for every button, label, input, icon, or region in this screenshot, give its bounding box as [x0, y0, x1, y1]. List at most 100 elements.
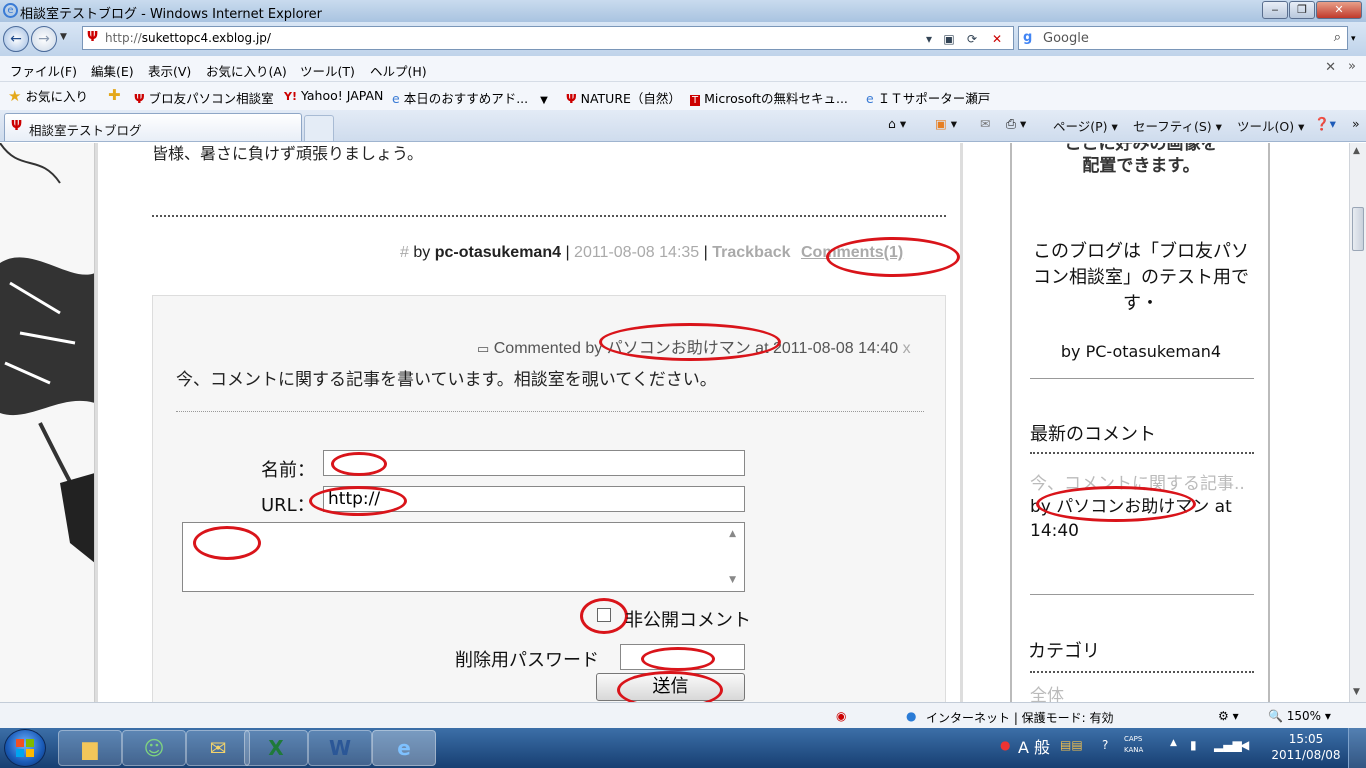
excel-taskbar-icon[interactable]: X — [244, 730, 308, 766]
category-all-link[interactable]: 全体 — [1030, 681, 1064, 702]
private-comment-label: 非公開コメント — [625, 610, 751, 631]
search-icon[interactable]: ⌕ — [1334, 30, 1341, 45]
menu-view[interactable]: 表示(V) — [148, 61, 191, 80]
close-button[interactable]: ✕ — [1316, 1, 1362, 19]
textarea-scroll-up-icon[interactable]: ▲ — [729, 529, 736, 539]
minimize-button[interactable]: ‒ — [1262, 1, 1288, 19]
alert-icon[interactable]: ● — [1000, 738, 1010, 752]
scroll-up-icon[interactable]: ▲ — [1353, 146, 1360, 156]
help-icon[interactable]: ❓▾ — [1314, 116, 1336, 132]
menu-favorites[interactable]: お気に入り(A) — [206, 61, 287, 80]
menu-help[interactable]: ヘルプ(H) — [370, 61, 427, 80]
privacy-icon[interactable]: ◉ — [836, 709, 846, 723]
mail-icon[interactable]: ✉ — [980, 116, 990, 131]
word-taskbar-icon[interactable]: W — [308, 730, 372, 766]
feeds-icon[interactable]: ▣ ▾ — [935, 116, 957, 131]
compat-view-icon[interactable]: ▣ — [940, 30, 958, 48]
fav-item-nature[interactable]: Ψ NATURE（自然） — [566, 88, 681, 107]
command-overflow-icon[interactable]: » — [1352, 116, 1360, 131]
annotation-oval-commenter — [599, 323, 781, 361]
commented-by-label: Commented by — [493, 340, 603, 357]
menu-tools[interactable]: ツール(T) — [300, 61, 355, 80]
menu-close-icon[interactable]: ✕ — [1325, 60, 1336, 75]
tray-expand-icon[interactable]: ▲ — [1170, 738, 1177, 748]
url-label: URL： — [261, 495, 315, 516]
explorer-taskbar-icon[interactable]: ▆ — [58, 730, 122, 766]
annotation-oval-checkbox — [580, 598, 628, 634]
ime-help-icon[interactable]: ? — [1102, 738, 1108, 752]
ie-taskbar-icon[interactable]: e — [372, 730, 436, 766]
search-options-icon[interactable]: ▾ — [1351, 34, 1356, 44]
trackback-link[interactable]: Trackback — [712, 244, 790, 261]
safety-menu[interactable]: セーフティ(S) ▾ — [1133, 116, 1222, 135]
star-icon: ★ — [8, 87, 22, 105]
address-field[interactable]: Ψ http://sukettopc4.exblog.jp/ ▾ ▣ ⟳ ✕ — [82, 26, 1014, 50]
meta-separator: | — [565, 244, 570, 261]
comment-date: 2011-08-08 14:40 — [772, 340, 899, 357]
print-icon[interactable]: ⎙ ▾ — [1006, 116, 1026, 132]
address-url: http://sukettopc4.exblog.jp/ — [105, 31, 271, 45]
clock[interactable]: 15:05 2011/08/08 — [1268, 731, 1344, 763]
page-scrollbar[interactable]: ▲ ▼ — [1349, 143, 1366, 702]
post-closing-text: 皆様、暑さに負けず頑張りましょう。 — [152, 144, 424, 163]
ime-indicator[interactable]: A 般 — [1018, 734, 1050, 758]
page-menu[interactable]: ページ(P) ▾ — [1053, 116, 1118, 135]
protected-mode-icon[interactable]: ⚙ ▾ — [1218, 709, 1239, 723]
textarea-scroll-down-icon[interactable]: ▼ — [729, 575, 736, 585]
tools-menu[interactable]: ツール(O) ▾ — [1237, 116, 1304, 135]
recent-pages-chevron-icon[interactable]: ▼ — [60, 32, 67, 42]
annotation-oval-name — [331, 452, 387, 476]
menu-file[interactable]: ファイル(F) — [10, 61, 77, 80]
post-author-link[interactable]: pc-otasukeman4 — [435, 244, 561, 261]
clock-time: 15:05 — [1288, 732, 1324, 746]
fav-item-burotomo[interactable]: Ψ ブロ友パソコン相談室 — [134, 88, 274, 107]
blog-author: by PC-otasukeman4 — [1060, 342, 1222, 361]
annotation-oval-textarea — [193, 526, 261, 560]
show-desktop-button[interactable] — [1348, 728, 1366, 768]
recent-divider — [1030, 452, 1254, 454]
volume-icon[interactable]: ◀ — [1240, 738, 1249, 752]
menu-edit[interactable]: 編集(E) — [91, 61, 134, 80]
add-favorite-icon[interactable]: ✚ — [108, 86, 121, 104]
tab-active[interactable]: Ψ 相談室テストブログ — [4, 113, 302, 141]
start-button[interactable] — [4, 729, 46, 767]
clock-date: 2011/08/08 — [1271, 748, 1341, 762]
fav-item-microsoft[interactable]: T Microsoftの無料セキュ... — [690, 88, 848, 107]
favorites-button[interactable]: ★ お気に入り — [8, 86, 88, 105]
comment-textarea[interactable]: ▲ ▼ — [182, 522, 745, 592]
comment-delete-link[interactable]: x — [903, 340, 911, 357]
address-row: ← → ▼ Ψ http://sukettopc4.exblog.jp/ ▾ ▣… — [0, 22, 1366, 56]
fav-item-itsupporter[interactable]: e ＩＴサポーター瀬戸 — [866, 88, 990, 107]
action-center-icon[interactable]: ▮ — [1190, 738, 1197, 752]
zoom-level[interactable]: 🔍 150% ▾ — [1268, 709, 1331, 723]
forward-icon[interactable]: → — [31, 26, 57, 52]
background-artwork — [0, 143, 95, 702]
comment-text: 今、コメントに関する記事を書いています。相談室を覗いてください。 — [176, 370, 717, 390]
refresh-icon[interactable]: ⟳ — [963, 30, 981, 48]
new-tab-button[interactable] — [304, 115, 334, 141]
ime-dict-icon[interactable]: ▤▤ — [1060, 738, 1083, 752]
network-icon[interactable]: ▂▄▆ — [1214, 738, 1242, 752]
stop-icon[interactable]: ✕ — [988, 30, 1006, 48]
messenger-taskbar-icon[interactable]: ☺ — [122, 730, 186, 766]
sidebar-image-note-2: 配置できます。 — [1082, 156, 1200, 176]
status-bar: ◉ ● インターネット | 保護モード: 有効 ⚙ ▾ 🔍 150% ▾ — [0, 702, 1366, 728]
name-label: 名前： — [261, 460, 315, 481]
fav-item-yahoo[interactable]: Y! Yahoo! JAPAN — [284, 88, 383, 103]
scroll-down-icon[interactable]: ▼ — [1353, 687, 1360, 697]
google-icon: g — [1023, 30, 1033, 45]
post-divider — [152, 215, 946, 217]
back-icon[interactable]: ← — [3, 26, 29, 52]
recent-comments-heading: 最新のコメント — [1030, 424, 1156, 445]
fav-item-recommend[interactable]: e 本日のおすすめアド... ▼ — [392, 88, 548, 107]
page-content: 皆様、暑さに負けず頑張りましょう。 # by pc-otasukeman4 | … — [0, 143, 1349, 702]
scroll-thumb[interactable] — [1352, 207, 1364, 251]
address-dropdown-icon[interactable]: ▾ — [920, 30, 938, 48]
home-icon[interactable]: ⌂ ▾ — [888, 116, 906, 131]
menu-overflow-icon[interactable]: » — [1348, 59, 1356, 74]
permalink-hash[interactable]: # — [400, 244, 409, 261]
maximize-button[interactable]: ❐ — [1289, 1, 1315, 19]
tab-favicon-icon: Ψ — [11, 119, 23, 134]
search-field[interactable]: g Google ⌕ — [1018, 26, 1348, 50]
outlook-taskbar-icon[interactable]: ✉ — [186, 730, 250, 766]
